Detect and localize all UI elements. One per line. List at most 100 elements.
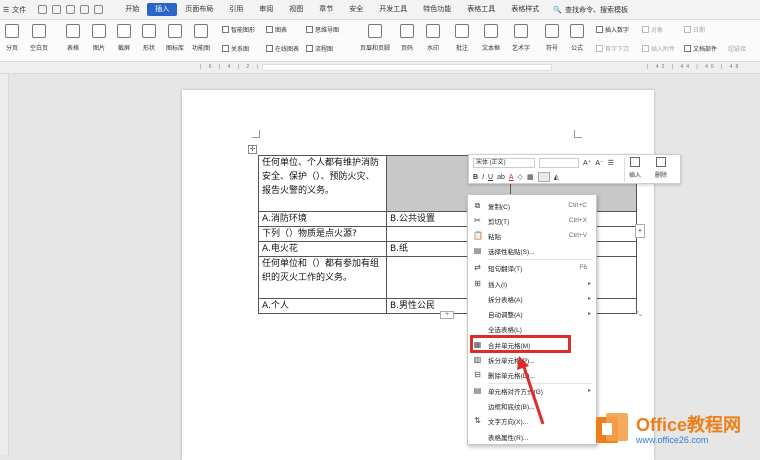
comment-button[interactable]: 批注 xyxy=(455,24,469,52)
context-menu-item[interactable]: ⊞ 插入(I) ▸ xyxy=(468,276,596,291)
watermark-button[interactable]: 水印 xyxy=(426,24,440,52)
picture-button[interactable]: 图片 xyxy=(92,24,106,52)
attachment-button[interactable]: 插入附件 xyxy=(642,44,675,53)
shrink-font-icon[interactable]: A⁻ xyxy=(595,159,603,167)
context-menu-item[interactable]: 自动调整(A) ▸ xyxy=(468,306,596,321)
context-menu-item[interactable]: 📋 粘贴 Ctrl+V xyxy=(468,228,596,243)
textbox-button[interactable]: 文本框 xyxy=(482,24,500,52)
flowchart-label: 流程图 xyxy=(315,47,334,53)
cell-align-icon: ▤ xyxy=(473,386,482,395)
flowchart-button[interactable]: 流程图 xyxy=(306,44,333,53)
office-logo-icon xyxy=(596,413,628,443)
save-icon[interactable] xyxy=(38,5,48,14)
file-menu[interactable]: ☰ 文件 xyxy=(3,5,26,15)
hyperlink-button[interactable]: 超链接 xyxy=(728,44,746,53)
formula-button[interactable]: 公式 xyxy=(570,24,584,52)
submenu-arrow-icon: ▸ xyxy=(587,388,591,394)
line-spacing-icon[interactable]: ☰ xyxy=(608,159,614,167)
underline-icon[interactable]: U xyxy=(488,174,493,181)
insert-number-button[interactable]: 插入数字 xyxy=(596,25,629,34)
blank-page-button[interactable]: 空白页 xyxy=(30,24,48,52)
delete-table-part-button[interactable]: 删除 xyxy=(655,157,667,179)
font-name-select[interactable]: 宋体 (正文) xyxy=(473,158,535,168)
doc-parts-button[interactable]: 文档部件 xyxy=(684,44,717,53)
table-move-handle[interactable]: ✛ xyxy=(248,145,257,154)
file-menu-label: 文件 xyxy=(12,6,27,14)
command-search[interactable]: 🔍 查找命令、搜索模板 xyxy=(553,5,628,15)
context-menu-item[interactable]: ⧉ 复制(C) Ctrl+C xyxy=(468,198,596,213)
vertical-ruler[interactable] xyxy=(0,74,9,455)
font-color-icon[interactable]: A xyxy=(509,174,514,181)
align-icon[interactable] xyxy=(537,172,550,182)
table-resize-handle[interactable]: ⤡ xyxy=(636,311,642,319)
add-column-button[interactable]: + xyxy=(635,224,645,238)
drop-cap-button[interactable]: 首字下沉 xyxy=(596,44,629,53)
context-menu-item[interactable]: ▤ 选择性粘贴(S)... xyxy=(468,243,596,258)
tab-8[interactable]: 开发工具 xyxy=(371,3,415,16)
context-menu-item[interactable]: 拆分表格(A) ▸ xyxy=(468,291,596,306)
context-menu-item[interactable]: 全选表格(L) xyxy=(468,321,596,336)
table-cell[interactable]: 下列（）物质是点火源? xyxy=(258,226,387,242)
fill-icon[interactable]: ◭ xyxy=(554,173,559,181)
font-size-select[interactable] xyxy=(539,158,579,168)
preview-icon[interactable] xyxy=(66,5,76,14)
tab-10[interactable]: 表格工具 xyxy=(459,3,503,16)
table-button[interactable]: 表格 xyxy=(66,24,80,52)
shortcut-label: Ctrl+C xyxy=(568,202,587,209)
shape-button[interactable]: 形状 xyxy=(142,24,156,52)
tab-6[interactable]: 章节 xyxy=(311,3,341,16)
chart-button[interactable]: 图表 xyxy=(266,25,287,34)
context-menu-item[interactable]: ✂ 剪切(T) Ctrl+X xyxy=(468,213,596,228)
add-row-button[interactable]: + xyxy=(440,311,454,319)
grow-font-icon[interactable]: A⁺ xyxy=(583,159,591,167)
ribbon-tabs: 开始 插入 页面布局 引用 审阅 视图 章节 安全 开发工具 特色功能 表格工具 表格样式 xyxy=(117,3,547,16)
copy-icon: ⧉ xyxy=(474,201,481,210)
horizontal-ruler[interactable]: | 6 | 4 | 2 | | 42 | 44 | 46 | 48 xyxy=(0,62,760,74)
table-cell[interactable]: 任何单位和（）都有参加有组织的灭火工作的义务。 xyxy=(258,256,387,299)
context-menu-item[interactable]: ⇄ 短句翻译(T) F6 xyxy=(468,260,596,275)
highlight-icon[interactable]: ab xyxy=(497,174,505,181)
tab-1[interactable]: 插入 xyxy=(147,3,178,16)
object-button[interactable]: 对象 xyxy=(642,25,663,34)
page-break-button[interactable]: 分页 xyxy=(5,24,19,52)
table-cell[interactable]: A.个人 xyxy=(258,298,387,314)
table-cell[interactable]: 任何单位、个人都有维护消防安全、保护（）、预防火灾、报告火警的义务。 xyxy=(258,155,387,212)
tab-0[interactable]: 开始 xyxy=(117,3,147,16)
symbol-button[interactable]: 符号 xyxy=(545,24,559,52)
undo-icon[interactable] xyxy=(80,5,90,14)
tab-5[interactable]: 视图 xyxy=(281,3,311,16)
tab-4[interactable]: 审阅 xyxy=(251,3,281,16)
translate-icon: ⇄ xyxy=(474,263,481,272)
mind-map-button[interactable]: 思维导图 xyxy=(306,25,339,34)
italic-icon[interactable]: I xyxy=(482,174,484,181)
tab-2[interactable]: 页面布局 xyxy=(177,3,221,16)
function-chart-label: 功能图 xyxy=(192,46,211,52)
table-cell[interactable]: A.消防环境 xyxy=(258,211,387,227)
function-chart-button[interactable]: 功能图 xyxy=(192,24,210,52)
tab-9[interactable]: 特色功能 xyxy=(415,3,459,16)
print-icon[interactable] xyxy=(52,5,62,14)
table-cell[interactable]: A.电火花 xyxy=(258,241,387,257)
page-number-button[interactable]: 页码 xyxy=(400,24,414,52)
smart-shape-label: 智能图形 xyxy=(231,28,256,34)
tab-7[interactable]: 安全 xyxy=(341,3,371,16)
wordart-button[interactable]: 艺术字 xyxy=(512,24,530,52)
insert-table-part-button[interactable]: 插入 xyxy=(629,157,641,179)
border-icon[interactable]: ▦ xyxy=(527,173,534,181)
tab-11[interactable]: 表格样式 xyxy=(503,3,547,16)
screenshot-button[interactable]: 截屏 xyxy=(117,24,131,52)
smart-shape-button[interactable]: 智能图形 xyxy=(222,25,255,34)
shading-icon[interactable]: ◇ xyxy=(518,173,523,181)
header-footer-button[interactable]: 页眉和页脚 xyxy=(360,24,390,52)
redo-icon[interactable] xyxy=(94,5,104,14)
tab-3[interactable]: 引用 xyxy=(221,3,251,16)
icon-library-button[interactable]: 图标库 xyxy=(166,24,184,52)
bold-icon[interactable]: B xyxy=(473,174,478,181)
relation-map-button[interactable]: 关系图 xyxy=(222,44,249,53)
context-menu-item[interactable]: 表格属性(R)... xyxy=(468,429,596,444)
online-chart-button[interactable]: 在线图表 xyxy=(266,44,299,53)
drop-cap-icon xyxy=(596,45,603,52)
formula-label: 公式 xyxy=(570,46,583,52)
comment-label: 批注 xyxy=(455,46,468,52)
date-button[interactable]: 日期 xyxy=(684,25,705,34)
